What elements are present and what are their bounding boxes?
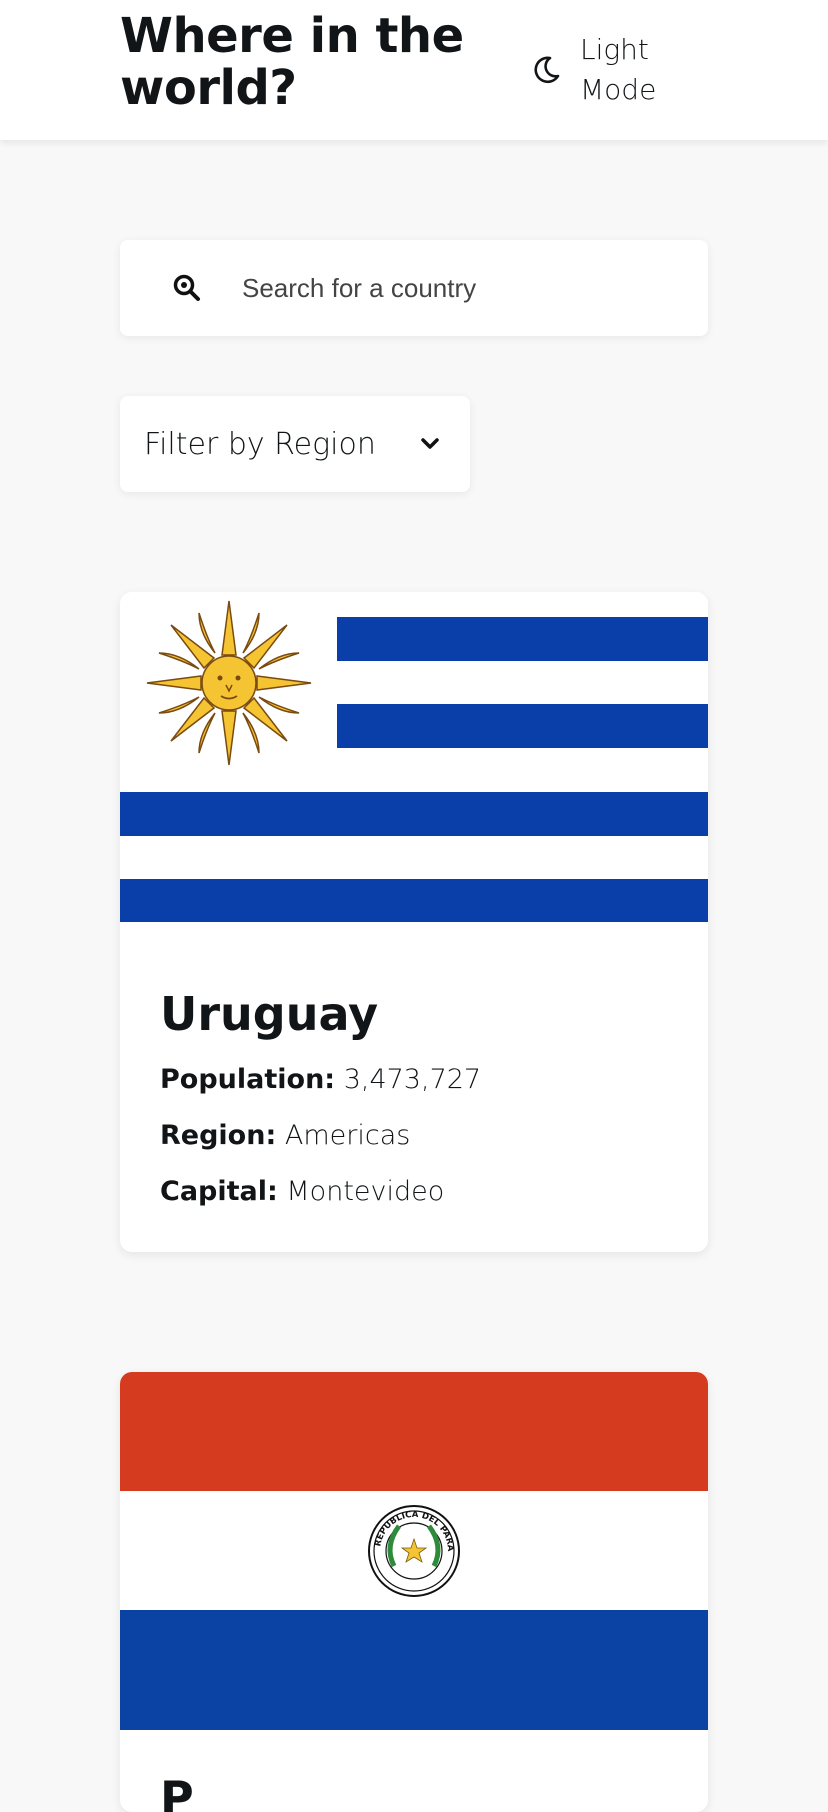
region-line: Region: Americas [160,1108,668,1164]
app-title: Where in the world? [120,8,464,116]
population-label: Population: [160,1064,336,1095]
search-bar[interactable] [120,240,708,336]
search-input[interactable] [242,272,662,304]
country-name: P [160,1771,194,1812]
theme-toggle-label: Light Mode [580,33,657,106]
region-value: Americas [284,1120,411,1151]
region-label: Region: [160,1120,277,1151]
population-line: Population: 3,473,727 [160,1052,668,1108]
country-name: Uruguay [160,987,379,1041]
country-flag-image: REPUBLICA DEL PARAGUAY [120,1372,708,1730]
search-icon [173,274,200,301]
country-card[interactable]: Uruguay Population: 3,473,727 Region: Am… [120,592,708,1252]
region-filter-dropdown[interactable]: Filter by Region [120,396,470,492]
capital-label: Capital: [160,1176,278,1207]
capital-line: Capital: Montevideo [160,1164,668,1220]
app-header: Where in the world? Light Mode [0,0,828,140]
country-flag-image [120,592,708,922]
population-value: 3,473,727 [343,1064,482,1095]
moon-icon [534,56,560,84]
region-filter-label: Filter by Region [144,426,376,462]
capital-value: Montevideo [286,1176,445,1207]
chevron-down-icon [421,438,439,449]
theme-toggle-button[interactable]: Light Mode [530,30,690,110]
country-card[interactable]: REPUBLICA DEL PARAGUAY P [120,1372,708,1812]
